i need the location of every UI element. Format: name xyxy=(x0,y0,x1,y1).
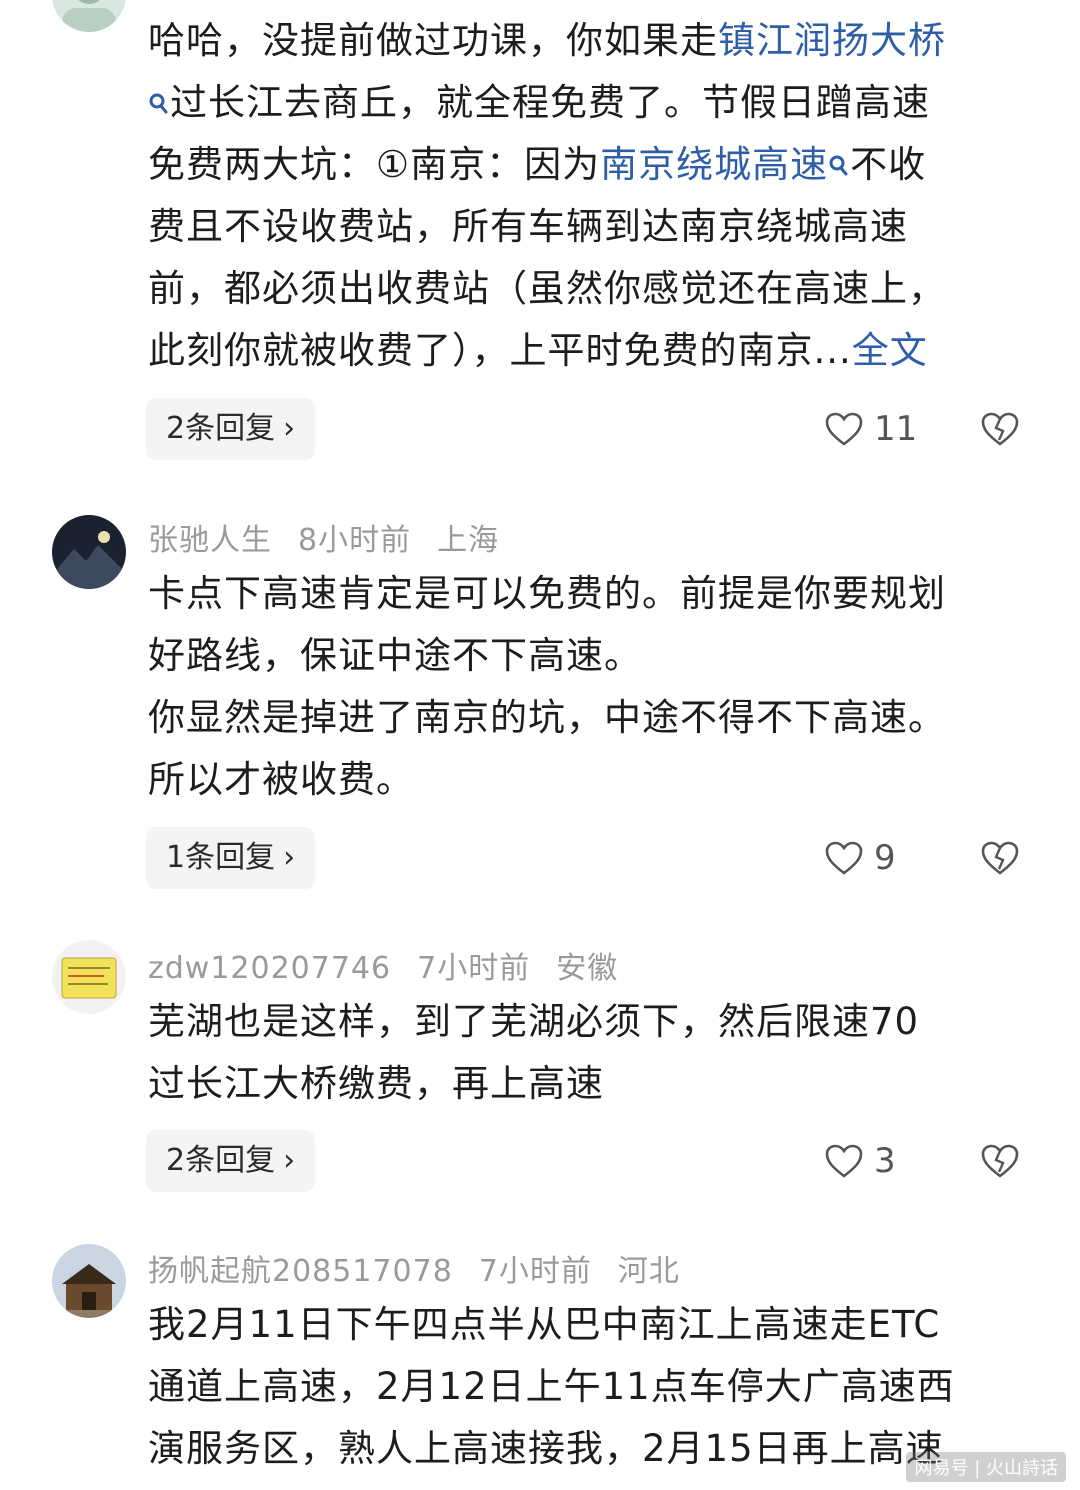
line-2: 过长江去商丘，就全程免费了。节假日蹭高速 xyxy=(148,72,1028,134)
broken-heart-icon xyxy=(981,412,1019,446)
line-1: 芜湖也是这样，到了芜湖必须下，然后限速70 xyxy=(148,1000,920,1043)
line-3: 免费两大坑：①南京：因为南京绕城高速 不收 xyxy=(148,134,1028,196)
line-2: 好路线，保证中途不下高速。 xyxy=(148,634,642,677)
line-3: 你显然是掉进了南京的坑，中途不得不下高速。 xyxy=(148,696,946,739)
line-1: 我2月11日下午四点半从巴中南江上高速走ETC xyxy=(148,1303,941,1346)
username[interactable]: 张驰人生 xyxy=(148,523,272,558)
line-2: 过长江大桥缴费，再上高速 xyxy=(148,1062,604,1105)
search-icon[interactable] xyxy=(148,76,170,114)
avatar[interactable] xyxy=(52,940,126,1014)
replies-button[interactable]: 1条回复 › xyxy=(146,827,316,889)
comment-meta: zdw120207746 7小时前 安徽 xyxy=(148,943,644,987)
comment-text: 我2月11日下午四点半从巴中南江上高速走ETC 通道上高速，2月12日上午11点… xyxy=(148,1294,1028,1480)
timestamp: 7小时前 xyxy=(417,951,531,986)
replies-button[interactable]: 2条回复 › xyxy=(146,398,316,460)
read-more-link[interactable]: 全文 xyxy=(852,329,928,372)
heart-icon xyxy=(825,412,863,446)
line-5: 前，都必须出收费站（虽然你感觉还在高速上， xyxy=(148,267,946,310)
comment-text: 卡点下高速肯定是可以免费的。前提是你要规划 好路线，保证中途不下高速。 你显然是… xyxy=(148,563,1028,811)
like-count: 9 xyxy=(874,838,896,878)
link-zhenjiang-bridge[interactable]: 镇江润扬大桥 xyxy=(718,19,946,62)
like-button[interactable]: 3 xyxy=(824,1130,896,1192)
like-button[interactable]: 9 xyxy=(824,827,896,889)
chevron-right-icon: › xyxy=(283,411,296,446)
location: 安徽 xyxy=(556,951,619,986)
replies-label: 1条回复 xyxy=(166,840,276,875)
watermark: 网易号 | 火山詩话 xyxy=(906,1452,1066,1482)
heart-icon xyxy=(825,841,863,875)
dislike-button[interactable] xyxy=(980,398,1020,460)
replies-label: 2条回复 xyxy=(166,1143,276,1178)
comment-text: 芜湖也是这样，到了芜湖必须下，然后限速70 过长江大桥缴费，再上高速 xyxy=(148,991,1028,1115)
avatar[interactable] xyxy=(52,0,126,32)
dislike-button[interactable] xyxy=(980,827,1020,889)
username[interactable]: zdw120207746 xyxy=(148,951,391,986)
username[interactable]: 扬帆起航208517078 xyxy=(148,1254,453,1289)
timestamp: 7小时前 xyxy=(478,1254,592,1289)
like-count: 11 xyxy=(874,409,918,449)
line-4: 所以才被收费。 xyxy=(148,758,414,801)
line-6: 此刻你就被收费了），上平时免费的南京...全文 xyxy=(148,329,928,372)
timestamp: 8小时前 xyxy=(298,523,412,558)
broken-heart-icon xyxy=(981,841,1019,875)
comment-text: 哈哈，没提前做过功课，你如果走镇江润扬大桥 过长江去商丘，就全程免费了。节假日蹭… xyxy=(148,10,1028,382)
replies-label: 2条回复 xyxy=(166,411,276,446)
line-4: 费且不设收费站，所有车辆到达南京绕城高速 xyxy=(148,205,908,248)
search-icon[interactable] xyxy=(828,138,850,176)
chevron-right-icon: › xyxy=(283,1143,296,1178)
comment-meta: 张驰人生 8小时前 上海 xyxy=(148,515,525,559)
avatar[interactable] xyxy=(52,1244,126,1318)
broken-heart-icon xyxy=(981,1144,1019,1178)
replies-button[interactable]: 2条回复 › xyxy=(146,1130,316,1192)
like-count: 3 xyxy=(874,1141,896,1181)
comment-meta: 扬帆起航208517078 7小时前 河北 xyxy=(148,1246,706,1290)
avatar[interactable] xyxy=(52,515,126,589)
like-button[interactable]: 11 xyxy=(824,398,917,460)
line-1: 卡点下高速肯定是可以免费的。前提是你要规划 xyxy=(148,572,946,615)
chevron-right-icon: › xyxy=(283,840,296,875)
heart-icon xyxy=(825,1144,863,1178)
location: 河北 xyxy=(617,1254,680,1289)
line-3: 演服务区，熟人上高速接我，2月15日再上高速 xyxy=(148,1427,944,1470)
line-1: 哈哈，没提前做过功课，你如果走镇江润扬大桥 xyxy=(148,19,946,62)
location: 上海 xyxy=(437,523,500,558)
dislike-button[interactable] xyxy=(980,1130,1020,1192)
link-nanjing-ring-expressway[interactable]: 南京绕城高速 xyxy=(600,143,828,186)
line-2: 通道上高速，2月12日上午11点车停大广高速西 xyxy=(148,1365,955,1408)
